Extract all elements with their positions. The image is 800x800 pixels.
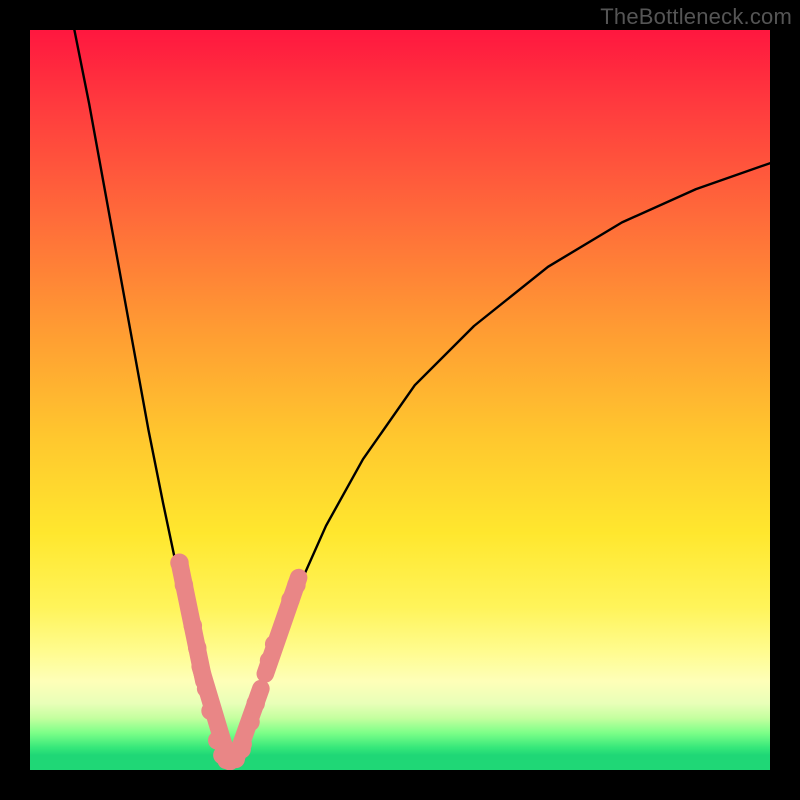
marker-dot (175, 576, 194, 595)
marker-dot (260, 651, 279, 670)
watermark-text: TheBottleneck.com (600, 4, 792, 30)
chart-stage: TheBottleneck.com (0, 0, 800, 800)
marker-dot (287, 576, 306, 595)
marker-dot (232, 740, 251, 759)
curve (230, 163, 770, 762)
plot-svg (30, 30, 770, 770)
marker-dot (197, 679, 216, 698)
marker-dot (241, 713, 260, 732)
gradient-plot-area (30, 30, 770, 770)
marker-dot (188, 639, 207, 658)
marker-dot (246, 694, 265, 713)
marker-dot (265, 635, 284, 654)
marker-dot (170, 554, 189, 573)
marker-dot (201, 702, 220, 721)
marker-dot (184, 616, 203, 635)
